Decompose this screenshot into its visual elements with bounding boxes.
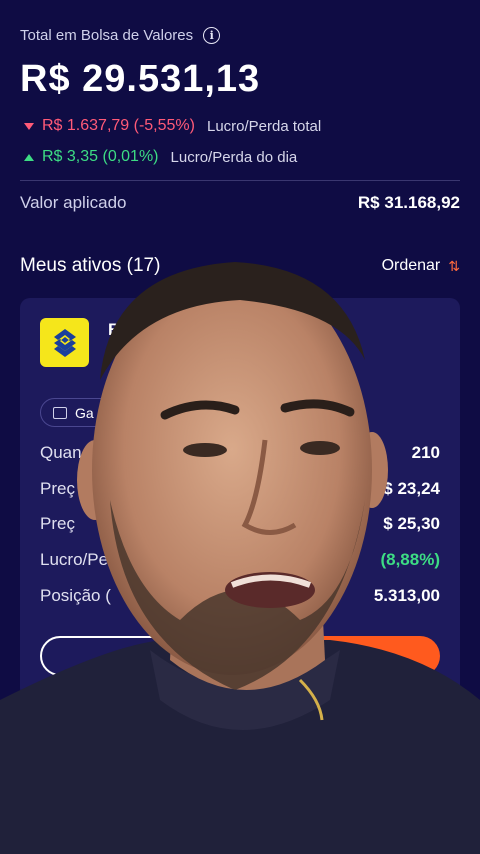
metric-label: Posição ( xyxy=(40,586,111,605)
metric-value: (8,88%) xyxy=(380,550,440,569)
metric-row: Preç $ 23,24 xyxy=(40,479,440,499)
metric-label: Quan xyxy=(40,443,82,462)
assets-title: Meus ativos (17) xyxy=(20,255,161,276)
metric-label: Lucro/Pe xyxy=(40,550,109,569)
info-icon[interactable]: i xyxy=(203,27,221,44)
day-change-row: R$ 3,35 (0,01%) Lucro/Perda do dia xyxy=(24,148,297,166)
trade-button[interactable]: gociar xyxy=(240,636,440,676)
total-value: R$ 29.531,13 xyxy=(20,58,261,100)
metric-row: Quan 210 xyxy=(40,443,440,463)
sort-arrows-icon: ⇅ xyxy=(448,257,460,274)
details-button[interactable] xyxy=(40,636,230,676)
metric-value: $ 23,24 xyxy=(383,479,440,498)
metric-value: 5.313,00 xyxy=(373,586,440,605)
assets-header: Meus ativos (17) Ordenar ⇅ xyxy=(20,255,460,277)
metric-value: 210 xyxy=(411,443,440,462)
trade-button-label: gociar xyxy=(315,647,364,664)
wallet-icon xyxy=(53,406,67,419)
sort-button[interactable]: Ordenar ⇅ xyxy=(382,257,460,275)
asset-card[interactable]: BB Ga Quan 210 Preç $ 23,24 Preç $ 25,30… xyxy=(20,298,460,698)
total-change-label: Lucro/Perda total xyxy=(206,117,322,135)
asset-card-next[interactable] xyxy=(20,716,460,854)
asset-tag: Ga xyxy=(40,398,150,427)
day-change-label: Lucro/Perda do dia xyxy=(170,148,298,166)
day-change-value: R$ 3,35 (0,01%) xyxy=(42,148,159,165)
asset-tag-label: Ga xyxy=(75,404,94,421)
metric-row: Lucro/Pe (8,88%) xyxy=(40,550,440,570)
arrow-down-icon xyxy=(24,122,34,130)
total-change-row: R$ 1.637,79 (-5,55%) Lucro/Perda total xyxy=(24,117,321,135)
arrow-up-icon xyxy=(24,153,34,161)
applied-row: Valor aplicado R$ 31.168,92 xyxy=(20,193,460,213)
total-change-value: R$ 1.637,79 (-5,55%) xyxy=(42,117,195,134)
applied-value: R$ 31.168,92 xyxy=(357,193,460,212)
metric-value: $ 25,30 xyxy=(383,514,440,533)
asset-ticker: BB xyxy=(108,320,133,339)
metric-label: Preç xyxy=(40,479,75,498)
bb-logo xyxy=(40,318,89,367)
metric-row: Posição ( 5.313,00 xyxy=(40,586,440,606)
metric-row: Preç $ 25,30 xyxy=(40,514,440,534)
applied-label: Valor aplicado xyxy=(20,193,127,212)
metric-label: Preç xyxy=(40,514,75,533)
divider xyxy=(20,180,460,181)
sort-label: Ordenar xyxy=(381,257,441,274)
total-label-text: Total em Bolsa de Valores xyxy=(20,27,194,44)
total-label: Total em Bolsa de Valores i xyxy=(20,27,221,44)
